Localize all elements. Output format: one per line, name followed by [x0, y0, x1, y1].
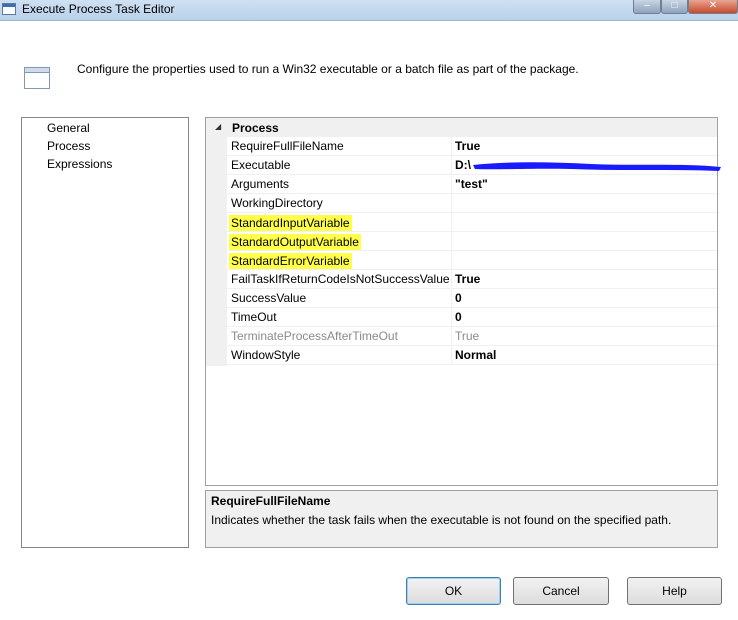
property-row-standardinputvariable[interactable]: StandardInputVariable [227, 213, 717, 232]
minimize-icon: – [644, 0, 650, 11]
property-name: Arguments [231, 177, 290, 191]
property-name: SuccessValue [231, 291, 307, 305]
maximize-button[interactable]: □ [661, 0, 688, 14]
window-title: Execute Process Task Editor [22, 2, 175, 16]
property-name: StandardOutputVariable [229, 234, 361, 250]
page-nav-list: General Process Expressions [21, 117, 189, 548]
property-value[interactable]: True [455, 139, 480, 153]
property-value[interactable]: Normal [455, 348, 496, 362]
property-row-standarderrorvariable[interactable]: StandardErrorVariable [227, 251, 717, 270]
category-label: Process [232, 121, 279, 135]
description-title: RequireFullFileName [211, 494, 331, 508]
title-bar: Execute Process Task Editor – □ ✕ [0, 0, 738, 21]
property-value[interactable]: "test" [455, 177, 488, 191]
app-icon [2, 3, 16, 15]
task-icon [24, 67, 50, 89]
property-value[interactable]: 0 [455, 310, 462, 324]
close-button[interactable]: ✕ [688, 0, 738, 14]
property-name: WindowStyle [231, 348, 301, 362]
redaction-scribble [473, 162, 721, 171]
property-name: StandardErrorVariable [229, 253, 352, 269]
property-name: RequireFullFileName [231, 139, 344, 153]
property-value[interactable]: True [455, 272, 480, 286]
property-row-timeout[interactable]: TimeOut 0 [227, 308, 717, 327]
property-name: TerminateProcessAfterTimeOut [231, 329, 398, 343]
grid-margin [206, 118, 227, 366]
header-description: Configure the properties used to run a W… [77, 62, 579, 76]
property-row-executable[interactable]: Executable D:\ [227, 156, 721, 175]
dialog-header: Configure the properties used to run a W… [0, 21, 738, 89]
close-icon: ✕ [708, 0, 718, 11]
minimize-button[interactable]: – [633, 0, 661, 14]
property-row-failtaskifreturncodeisnotsuccessvalue[interactable]: FailTaskIfReturnCodeIsNotSuccessValue Tr… [227, 270, 717, 289]
property-row-windowstyle[interactable]: WindowStyle Normal [227, 346, 717, 365]
cancel-button[interactable]: Cancel [513, 577, 609, 605]
description-text: Indicates whether the task fails when th… [211, 513, 672, 527]
property-value[interactable]: 0 [455, 291, 462, 305]
property-name: Executable [231, 158, 291, 172]
nav-item-expressions[interactable]: Expressions [47, 157, 112, 171]
property-row-arguments[interactable]: Arguments "test" [227, 175, 717, 194]
property-row-workingdirectory[interactable]: WorkingDirectory [227, 194, 717, 213]
collapse-arrow-icon[interactable]: ◢ [215, 122, 221, 131]
property-value[interactable]: True [455, 329, 479, 343]
nav-item-general[interactable]: General [47, 121, 90, 135]
property-row-terminateprocessaftertimeout[interactable]: TerminateProcessAfterTimeOut True [227, 327, 717, 346]
property-name: WorkingDirectory [231, 196, 323, 210]
maximize-icon: □ [671, 0, 678, 11]
ok-button[interactable]: OK [406, 577, 501, 605]
nav-item-process[interactable]: Process [47, 139, 90, 153]
property-name: FailTaskIfReturnCodeIsNotSuccessValue [231, 272, 450, 286]
property-description-panel: RequireFullFileName Indicates whether th… [205, 490, 718, 548]
property-value[interactable]: D:\ [455, 158, 471, 172]
property-row-standardoutputvariable[interactable]: StandardOutputVariable [227, 232, 717, 251]
help-button[interactable]: Help [627, 577, 722, 605]
property-name: StandardInputVariable [229, 215, 352, 231]
property-row-requirefullfilename[interactable]: RequireFullFileName True [227, 137, 717, 156]
property-grid: ◢ Process RequireFullFileName True Execu… [205, 117, 721, 486]
property-name: TimeOut [231, 310, 277, 324]
category-process[interactable]: ◢ Process [206, 118, 717, 137]
property-row-successvalue[interactable]: SuccessValue 0 [227, 289, 717, 308]
